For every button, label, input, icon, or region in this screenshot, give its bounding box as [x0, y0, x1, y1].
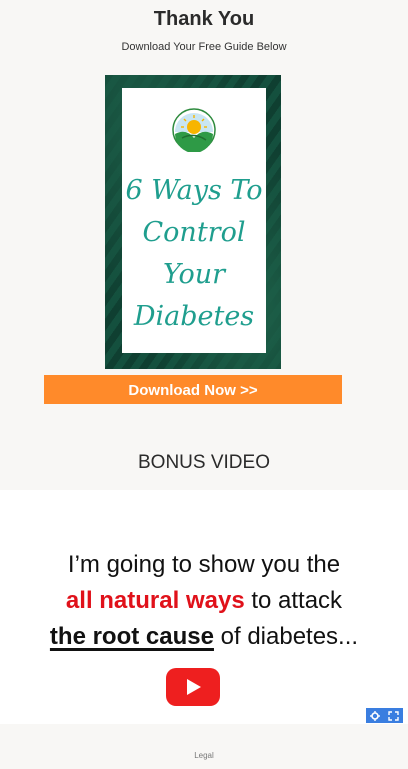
- bonus-video-heading: BONUS VIDEO: [138, 452, 270, 473]
- youtube-play-icon[interactable]: [166, 668, 220, 706]
- guide-cover-card: 6 Ways To Control Your Diabetes: [122, 88, 266, 353]
- page-title: Thank You: [153, 8, 255, 30]
- guide-title-line: Control: [142, 217, 246, 248]
- video-underline-text: the root cause: [49, 623, 214, 650]
- legal-link[interactable]: Legal: [0, 751, 408, 760]
- guide-title-line: 6 Ways To: [125, 175, 263, 206]
- guide-title-line: Diabetes: [133, 301, 255, 332]
- page-subtitle: Download Your Free Guide Below: [121, 41, 287, 53]
- gear-icon[interactable]: [370, 710, 380, 721]
- sun-leaf-logo-icon: [172, 108, 216, 152]
- video-highlight-text: all natural ways: [65, 587, 245, 614]
- video-text-line3-rest: of diabetes...: [213, 623, 359, 650]
- video-controls: [366, 708, 403, 723]
- guide-title-line: Your: [162, 259, 226, 290]
- video-thumbnail-text: I’m going to show you the all natural wa…: [0, 547, 408, 655]
- bonus-video-player[interactable]: I’m going to show you the all natural wa…: [0, 490, 408, 724]
- video-text-line2: all natural ways to attack: [0, 583, 408, 619]
- video-text-line3: the root cause of diabetes...: [0, 619, 408, 655]
- guide-cover-title: 6 Ways To Control Your Diabetes: [122, 170, 266, 338]
- fullscreen-icon[interactable]: [388, 710, 399, 721]
- video-text-line1: I’m going to show you the: [67, 551, 341, 578]
- guide-cover-image: 6 Ways To Control Your Diabetes: [105, 75, 281, 369]
- video-text-line2-rest: to attack: [244, 587, 343, 614]
- download-now-button[interactable]: Download Now >>: [44, 375, 342, 404]
